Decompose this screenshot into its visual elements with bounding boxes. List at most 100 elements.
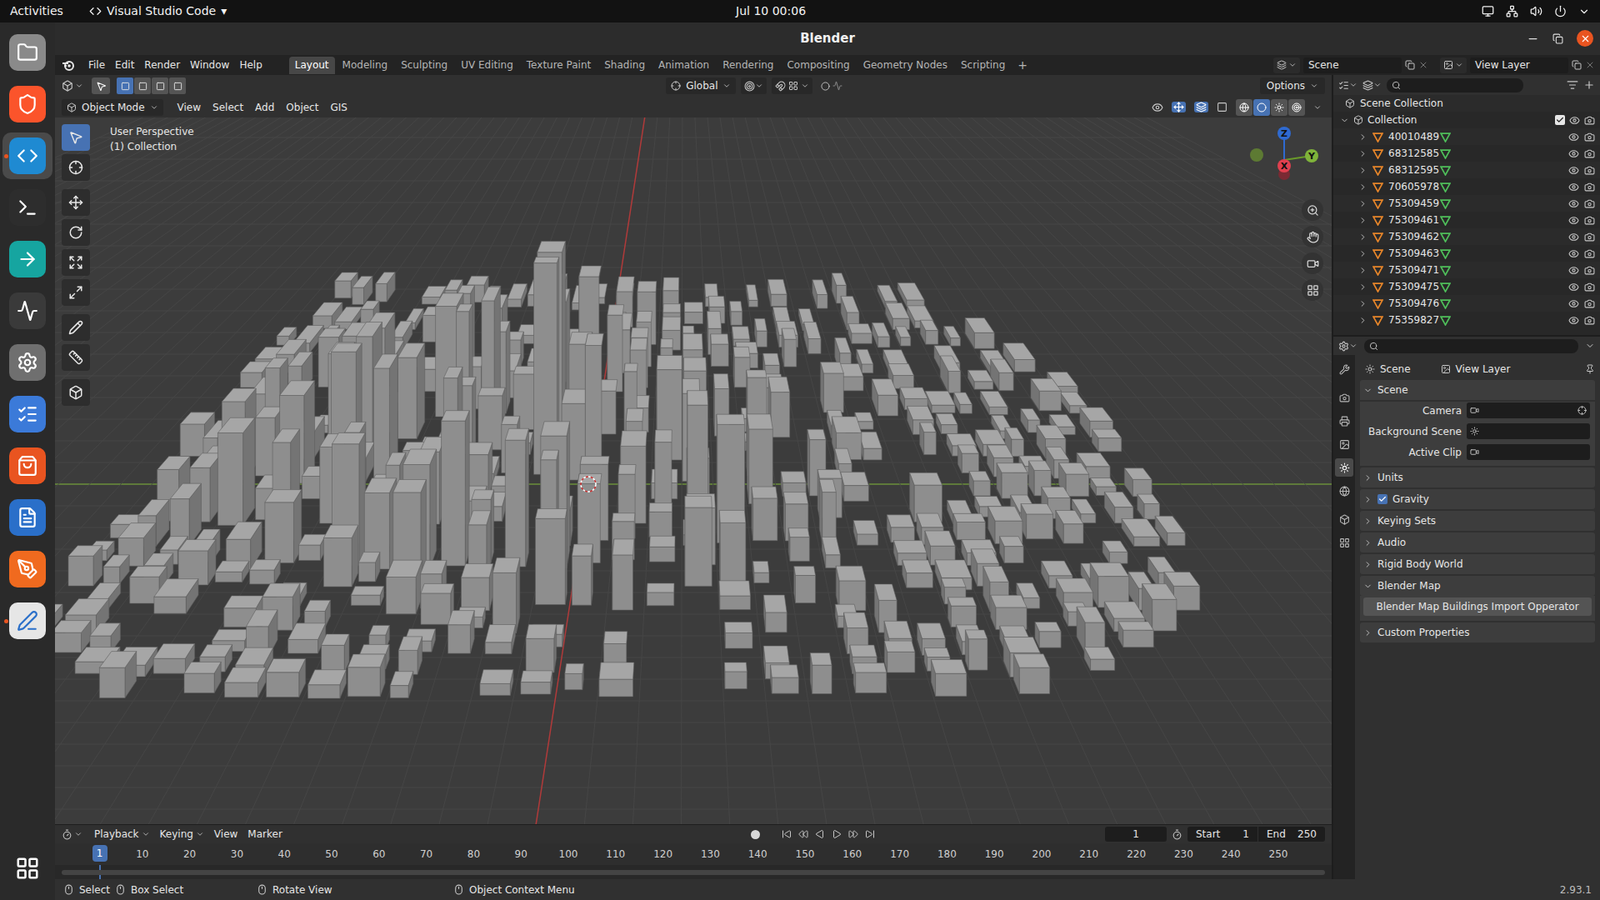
- building[interactable]: [781, 328, 797, 367]
- orientation-dropdown[interactable]: Global: [665, 77, 736, 95]
- expand-icon[interactable]: [1358, 199, 1368, 209]
- building[interactable]: [397, 343, 425, 440]
- outliner-row[interactable]: 75309461: [1333, 211, 1600, 229]
- building[interactable]: [944, 326, 961, 347]
- dock-item[interactable]: [2, 597, 53, 645]
- viewport-menu-item[interactable]: View: [171, 100, 207, 115]
- workspace-tab[interactable]: Rendering: [716, 56, 780, 75]
- tool-button[interactable]: [61, 344, 90, 371]
- options-dropdown[interactable]: Options: [1260, 77, 1325, 95]
- building[interactable]: [184, 661, 221, 693]
- dock-item[interactable]: [2, 287, 53, 335]
- dock-item[interactable]: [2, 339, 53, 386]
- expand-icon[interactable]: [1358, 132, 1368, 142]
- expand-icon[interactable]: [1358, 299, 1368, 309]
- delete-view-layer-icon[interactable]: [1585, 60, 1595, 70]
- building[interactable]: [925, 390, 955, 413]
- filter-icon[interactable]: [1566, 79, 1579, 91]
- building[interactable]: [1055, 510, 1084, 545]
- import-buildings-button[interactable]: Blender Map Buildings Import Opperator: [1363, 597, 1592, 616]
- mode-dropdown[interactable]: Object Mode: [61, 99, 164, 116]
- building[interactable]: [770, 665, 800, 694]
- 3d-cursor[interactable]: [580, 476, 596, 492]
- eye-icon[interactable]: [1568, 181, 1580, 193]
- building[interactable]: [1035, 622, 1061, 649]
- building[interactable]: [323, 525, 358, 587]
- network-icon[interactable]: [1505, 5, 1519, 18]
- building[interactable]: [810, 652, 832, 694]
- panel-header[interactable]: Blender Map: [1360, 575, 1595, 596]
- building[interactable]: [492, 557, 520, 634]
- building[interactable]: [299, 534, 327, 560]
- select-mode-button[interactable]: [169, 77, 186, 95]
- select-mode-button[interactable]: [134, 77, 151, 95]
- building[interactable]: [571, 544, 593, 605]
- building[interactable]: [1030, 378, 1061, 411]
- power-icon[interactable]: [1554, 5, 1567, 18]
- viewport-menu-item[interactable]: Object: [280, 100, 325, 115]
- building[interactable]: [969, 471, 990, 496]
- building[interactable]: [788, 528, 810, 562]
- properties-tab[interactable]: [1335, 411, 1354, 430]
- building[interactable]: [55, 620, 91, 653]
- building[interactable]: [646, 583, 675, 606]
- add-workspace-button[interactable]: +: [1012, 56, 1033, 75]
- building[interactable]: [820, 362, 845, 413]
- properties-tab[interactable]: [1335, 388, 1354, 407]
- pin-icon[interactable]: [1585, 364, 1595, 375]
- select-mode-button[interactable]: [151, 77, 169, 95]
- building[interactable]: [835, 565, 866, 611]
- building[interactable]: [358, 552, 380, 582]
- building[interactable]: [480, 670, 514, 696]
- building[interactable]: [980, 390, 1008, 415]
- 3d-viewport[interactable]: User Perspective(1) CollectionZYX: [55, 117, 1332, 825]
- eye-icon[interactable]: [1568, 248, 1580, 260]
- expand-icon[interactable]: [1358, 182, 1368, 192]
- expand-icon[interactable]: [1358, 315, 1368, 325]
- dock-item[interactable]: [2, 390, 53, 438]
- building[interactable]: [607, 305, 625, 392]
- timeline-menu[interactable]: View: [209, 826, 243, 842]
- building[interactable]: [565, 663, 585, 690]
- jump-keyframe-back-icon[interactable]: [798, 829, 809, 840]
- expand-icon[interactable]: [1358, 265, 1368, 275]
- eye-icon[interactable]: [1568, 165, 1580, 176]
- building[interactable]: [505, 428, 529, 567]
- building[interactable]: [385, 560, 423, 615]
- building[interactable]: [920, 422, 937, 455]
- building[interactable]: [1121, 519, 1160, 547]
- building[interactable]: [730, 301, 743, 326]
- building[interactable]: [872, 322, 890, 348]
- volume-icon[interactable]: [1530, 5, 1543, 18]
- dock-item[interactable]: [2, 132, 53, 180]
- current-frame-field[interactable]: 1: [1105, 826, 1167, 842]
- building[interactable]: [886, 515, 915, 543]
- building[interactable]: [954, 392, 973, 414]
- workspace-tab[interactable]: Animation: [652, 56, 715, 75]
- play-icon[interactable]: [831, 829, 842, 840]
- building[interactable]: [1118, 621, 1154, 648]
- workspace-tab[interactable]: UV Editing: [455, 56, 520, 75]
- building[interactable]: [612, 513, 635, 560]
- building[interactable]: [1090, 562, 1130, 608]
- editor-type-button[interactable]: [61, 829, 83, 840]
- render-icon[interactable]: [1584, 315, 1595, 326]
- proportional-button[interactable]: [817, 77, 846, 95]
- building[interactable]: [288, 623, 326, 654]
- render-icon[interactable]: [1584, 181, 1595, 193]
- render-icon[interactable]: [1584, 231, 1595, 243]
- editor-type-button[interactable]: [61, 80, 84, 92]
- building[interactable]: [724, 662, 747, 690]
- render-icon[interactable]: [1584, 165, 1595, 176]
- collection-checkbox[interactable]: [1555, 115, 1565, 125]
- expand-icon[interactable]: [1358, 232, 1368, 242]
- dock-item[interactable]: [2, 235, 53, 283]
- panel-header[interactable]: Audio: [1360, 532, 1595, 553]
- building[interactable]: [746, 285, 759, 308]
- building[interactable]: [390, 671, 414, 699]
- building[interactable]: [350, 586, 384, 606]
- tool-button[interactable]: [61, 249, 90, 276]
- outliner-row[interactable]: 68312595: [1333, 161, 1600, 179]
- building[interactable]: [1084, 647, 1115, 671]
- xray-icon[interactable]: [1216, 101, 1228, 113]
